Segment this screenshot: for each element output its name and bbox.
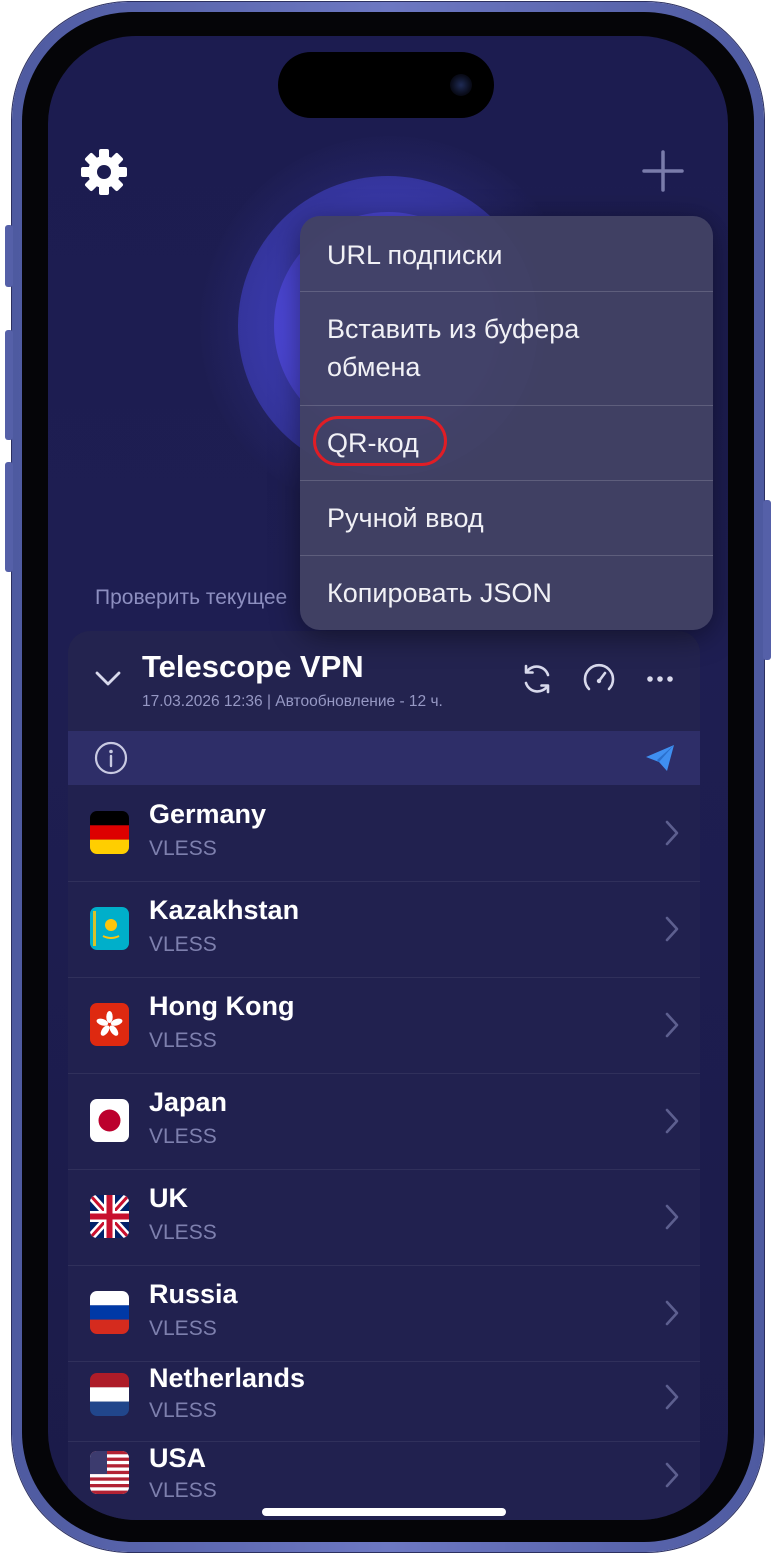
menu-item-label: URL подписки — [327, 240, 503, 270]
menu-item-label: Ручной ввод — [327, 503, 484, 533]
kazakhstan-flag-icon — [90, 907, 129, 950]
refresh-icon[interactable] — [519, 661, 555, 697]
menu-item-paste-clipboard[interactable]: Вставить из буфера обмена — [300, 292, 713, 406]
menu-item-label: QR-код — [327, 428, 419, 458]
chevron-right-icon — [665, 1300, 679, 1326]
menu-item-qr-code[interactable]: QR-код — [300, 406, 713, 481]
server-name: USA — [149, 1443, 207, 1473]
speedometer-icon[interactable] — [581, 661, 617, 697]
add-subscription-button[interactable] — [638, 146, 688, 196]
server-name: Germany — [149, 799, 267, 829]
uk-flag-icon — [90, 1195, 129, 1238]
subscription-card: Telescope VPN 17.03.2026 12:36 | Автообн… — [68, 631, 700, 1520]
chevron-right-icon — [665, 1012, 679, 1038]
front-camera-icon — [450, 74, 472, 96]
chevron-right-icon — [665, 916, 679, 942]
server-row-russia[interactable]: Russia VLESS — [68, 1265, 700, 1362]
server-protocol: VLESS — [149, 1479, 217, 1502]
server-row-kazakhstan[interactable]: Kazakhstan VLESS — [68, 881, 700, 978]
server-name: Kazakhstan — [149, 895, 300, 925]
chevron-right-icon — [665, 820, 679, 846]
chevron-right-icon — [665, 1108, 679, 1134]
menu-item-manual-entry[interactable]: Ручной ввод — [300, 481, 713, 556]
info-icon[interactable] — [94, 741, 128, 775]
app-screen: Проверить текущее Telescope VPN 17.03.20… — [48, 36, 728, 1520]
server-protocol: VLESS — [149, 933, 217, 956]
germany-flag-icon — [90, 811, 129, 854]
power-button — [763, 500, 771, 660]
chevron-right-icon — [665, 1204, 679, 1230]
dynamic-island — [278, 52, 494, 118]
server-protocol: VLESS — [149, 1221, 217, 1244]
menu-item-label: Копировать JSON — [327, 578, 552, 608]
server-row-hong-kong[interactable]: Hong Kong VLESS — [68, 977, 700, 1074]
server-protocol: VLESS — [149, 837, 217, 860]
server-row-uk[interactable]: UK VLESS — [68, 1169, 700, 1266]
server-name: Netherlands — [149, 1363, 306, 1393]
menu-item-subscription-url[interactable]: URL подписки — [300, 216, 713, 292]
russia-flag-icon — [90, 1291, 129, 1334]
subscription-meta: 17.03.2026 12:36 | Автообновление - 12 ч… — [142, 693, 443, 710]
settings-button[interactable] — [80, 148, 128, 196]
server-protocol: VLESS — [149, 1029, 217, 1052]
chevron-right-icon — [665, 1462, 679, 1488]
subscription-header[interactable]: Telescope VPN 17.03.2026 12:36 | Автообн… — [68, 631, 700, 731]
usa-flag-icon — [90, 1451, 129, 1494]
server-name: UK — [149, 1183, 188, 1213]
send-icon[interactable] — [644, 743, 676, 773]
server-protocol: VLESS — [149, 1399, 217, 1422]
server-protocol: VLESS — [149, 1125, 217, 1148]
more-icon[interactable] — [642, 661, 678, 697]
server-row-netherlands[interactable]: Netherlands VLESS — [68, 1361, 700, 1442]
check-ip-link[interactable]: Проверить текущее — [95, 586, 287, 610]
action-button — [5, 225, 13, 287]
japan-flag-icon — [90, 1099, 129, 1142]
volume-up-button — [5, 330, 13, 440]
gear-icon — [81, 149, 127, 195]
volume-down-button — [5, 462, 13, 572]
menu-item-copy-json[interactable]: Копировать JSON — [300, 556, 713, 630]
server-row-germany[interactable]: Germany VLESS — [68, 785, 700, 882]
hong-kong-flag-icon — [90, 1003, 129, 1046]
server-row-japan[interactable]: Japan VLESS — [68, 1073, 700, 1170]
server-name: Russia — [149, 1279, 238, 1309]
server-protocol: VLESS — [149, 1317, 217, 1340]
server-name: Japan — [149, 1087, 228, 1117]
netherlands-flag-icon — [90, 1373, 129, 1416]
subscription-title: Telescope VPN — [142, 649, 364, 684]
chevron-down-icon[interactable] — [94, 669, 122, 689]
home-indicator[interactable] — [262, 1508, 506, 1516]
menu-item-label: Вставить из буфера обмена — [327, 314, 580, 382]
chevron-right-icon — [665, 1384, 679, 1410]
add-subscription-menu: URL подписки Вставить из буфера обмена Q… — [300, 216, 713, 630]
plus-icon — [642, 150, 684, 192]
subscription-info-bar — [68, 731, 700, 785]
server-name: Hong Kong — [149, 991, 295, 1021]
